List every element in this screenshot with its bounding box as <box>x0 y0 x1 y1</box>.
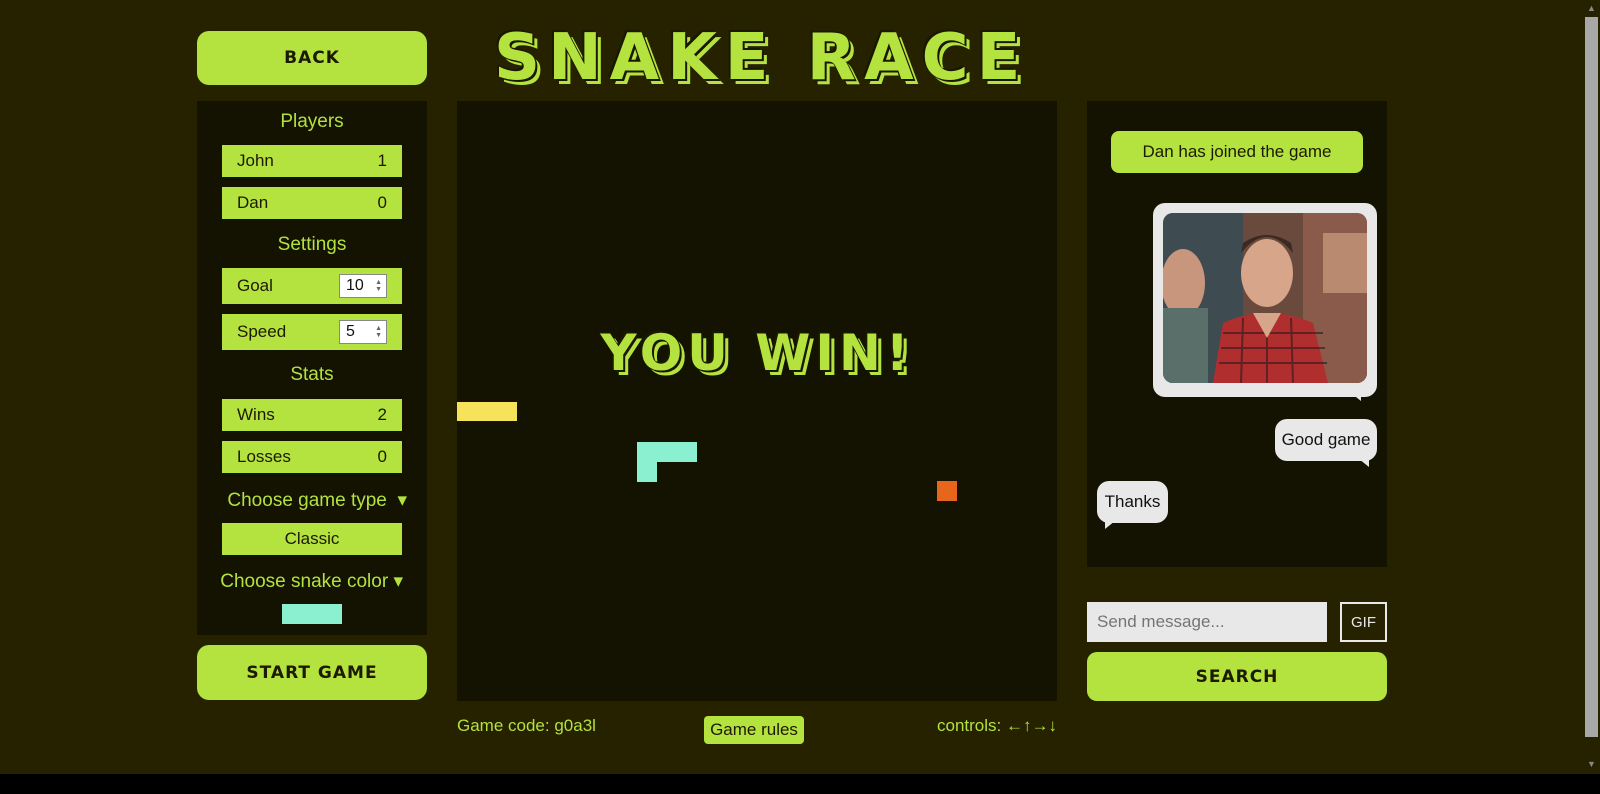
player-name: Dan <box>237 193 269 212</box>
player-score: 0 <box>377 193 387 212</box>
speed-stepper[interactable]: 5 ▲ ▼ <box>339 320 387 344</box>
scroll-up-icon[interactable]: ▲ <box>1583 0 1600 16</box>
bubble-tail <box>1105 521 1115 529</box>
scroll-down-icon[interactable]: ▼ <box>1583 756 1600 772</box>
scrollbar-thumb[interactable] <box>1585 17 1598 737</box>
message-input[interactable] <box>1087 602 1327 642</box>
stat-row: Wins 2 <box>222 399 402 431</box>
snake-player-segment <box>637 462 657 482</box>
stat-label: Wins <box>237 405 275 424</box>
chat-message-right: Good game <box>1275 419 1377 461</box>
gif-button[interactable]: GIF <box>1340 602 1387 642</box>
game-type-dropdown[interactable]: Choose game type ▾ <box>197 489 407 512</box>
snake-opponent <box>457 402 517 421</box>
settings-heading: Settings <box>277 234 347 255</box>
spinner-arrows-icon[interactable]: ▲ ▼ <box>375 325 382 339</box>
back-button[interactable]: BACK <box>197 31 427 85</box>
snake-color-swatch[interactable] <box>282 604 342 624</box>
players-heading: Players <box>280 111 344 132</box>
scrollbar-track[interactable]: ▲ ▼ <box>1583 0 1600 774</box>
page-title: SNAKE RACE <box>494 21 1029 95</box>
search-button[interactable]: SEARCH <box>1087 652 1387 701</box>
spinner-arrows-icon[interactable]: ▲ ▼ <box>375 279 382 293</box>
system-message: Dan has joined the game <box>1111 131 1363 173</box>
sidebar-panel: Players John 1 Dan 0 Settings Goal 10 ▲ ▼… <box>197 101 427 635</box>
gif-image[interactable] <box>1163 213 1367 383</box>
stat-value: 2 <box>377 405 387 424</box>
player-row: John 1 <box>222 145 402 177</box>
triangle-down-icon: ▾ <box>392 490 407 511</box>
setting-label: Speed <box>237 322 287 341</box>
bottom-bar <box>0 774 1600 794</box>
gif-message-bubble <box>1153 203 1377 397</box>
game-type-value: Classic <box>284 529 340 548</box>
speed-value: 5 <box>346 323 355 340</box>
win-message: YOU WIN! <box>600 324 914 382</box>
snake-player-segment <box>637 442 697 462</box>
game-type-option-classic[interactable]: Classic <box>222 523 402 555</box>
snake-color-dropdown[interactable]: Choose snake color ▾ <box>197 570 403 593</box>
stats-heading: Stats <box>290 364 334 385</box>
goal-stepper[interactable]: 10 ▲ ▼ <box>339 274 387 298</box>
chat-message-left: Thanks <box>1097 481 1168 523</box>
snake-color-label: Choose snake color <box>220 571 389 592</box>
player-score: 1 <box>377 151 387 170</box>
food-pellet <box>937 481 957 501</box>
game-board[interactable]: YOU WIN! <box>457 101 1057 701</box>
setting-label: Goal <box>237 276 273 295</box>
game-code: Game code: g0a3l <box>457 716 596 735</box>
bubble-tail <box>1359 459 1369 467</box>
game-rules-button[interactable]: Game rules <box>704 716 804 744</box>
controls-hint: controls: ←↑→↓ <box>937 716 1057 735</box>
stat-label: Losses <box>237 447 291 466</box>
goal-value: 10 <box>346 277 364 294</box>
bubble-tail <box>1351 393 1361 401</box>
stat-row: Losses 0 <box>222 441 402 473</box>
setting-row-speed: Speed 5 ▲ ▼ <box>222 314 402 350</box>
chat-panel: Dan has joined the game Good game Thanks <box>1087 101 1387 567</box>
player-row: Dan 0 <box>222 187 402 219</box>
start-game-button[interactable]: START GAME <box>197 645 427 700</box>
stat-value: 0 <box>377 447 387 466</box>
game-type-label: Choose game type <box>227 490 387 511</box>
triangle-down-icon: ▾ <box>393 571 403 592</box>
player-name: John <box>237 151 274 170</box>
setting-row-goal: Goal 10 ▲ ▼ <box>222 268 402 304</box>
